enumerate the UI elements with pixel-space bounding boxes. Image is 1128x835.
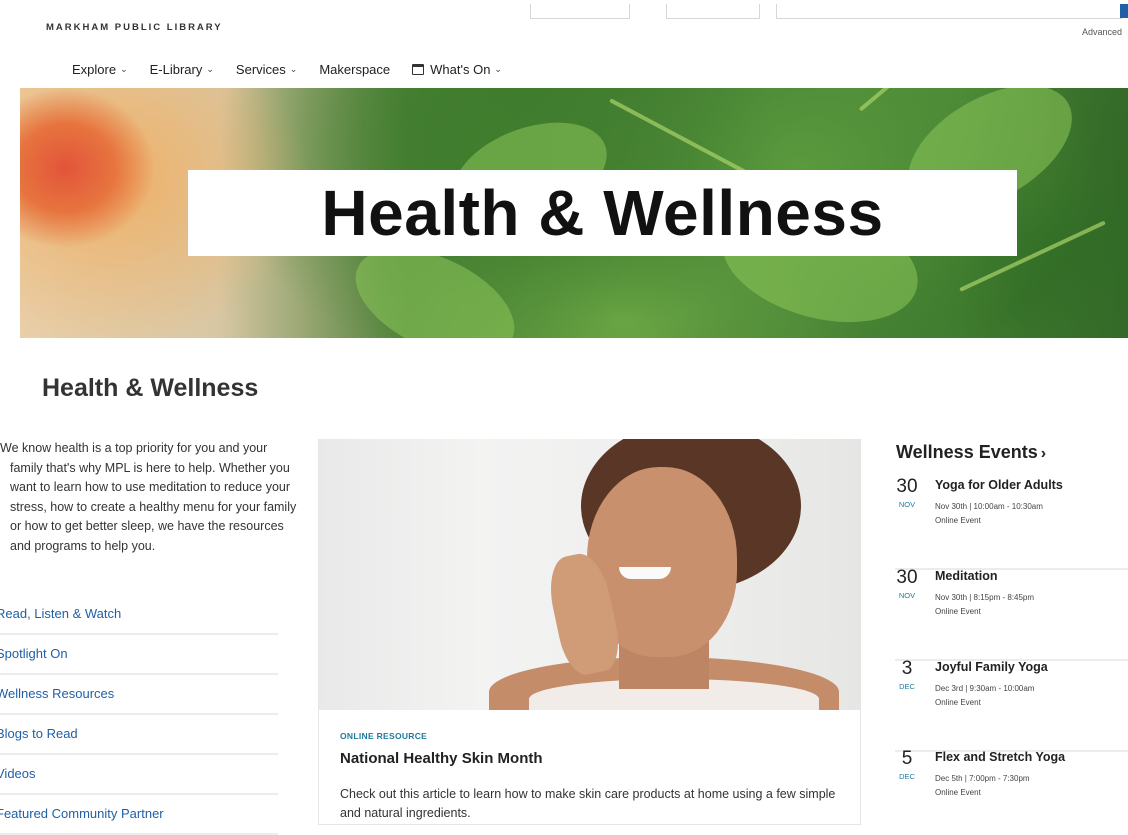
event-month: DEC (899, 682, 915, 691)
event-time: Nov 30th | 8:15pm - 8:45pm (935, 593, 1035, 602)
event-title[interactable]: Joyful Family Yoga (935, 660, 1048, 674)
link-videos[interactable]: Videos (0, 755, 278, 795)
event-item[interactable]: 5 DEC Flex and Stretch Yoga Dec 5th | 7:… (895, 748, 1128, 825)
nav-explore[interactable]: Explore ⌄ (72, 59, 128, 79)
events-heading-label: Wellness Events (896, 442, 1038, 462)
event-day: 3 (901, 658, 913, 679)
link-blogs-to-read[interactable]: Blogs to Read (0, 715, 278, 755)
advanced-search-link[interactable]: Advanced (1082, 27, 1122, 37)
event-time: Dec 3rd | 9:30am - 10:00am (935, 684, 1035, 693)
event-type: Online Event (935, 607, 981, 616)
library-logo[interactable]: MARKHAM PUBLIC LIBRARY (46, 22, 223, 33)
nav-label: Explore (72, 61, 117, 77)
header-search-input[interactable] (776, 4, 1122, 19)
event-day: 30 (896, 476, 918, 497)
link-spotlight-on[interactable]: Spotlight On (0, 635, 278, 675)
chevron-down-icon: ⌄ (494, 63, 502, 74)
nav-services[interactable]: Services ⌄ (236, 59, 297, 79)
page-title: Health & Wellness (42, 374, 259, 402)
link-wellness-resources[interactable]: Wellness Resources (0, 675, 278, 715)
nav-label: Makerspace (319, 61, 391, 77)
wellness-events-heading[interactable]: Wellness Events › (896, 442, 1046, 463)
event-time: Dec 5th | 7:00pm - 7:30pm (935, 774, 1030, 783)
nav-whats-on[interactable]: What's On ⌄ (412, 59, 502, 79)
photo-shape (619, 567, 671, 579)
event-item[interactable]: 30 NOV Meditation Nov 30th | 8:15pm - 8:… (895, 567, 1128, 661)
event-month: NOV (898, 500, 916, 509)
intro-paragraph: We know health is a top priority for you… (0, 441, 297, 553)
event-type: Online Event (935, 516, 981, 525)
chevron-down-icon: ⌄ (289, 63, 298, 74)
feature-title[interactable]: National Healthy Skin Month (340, 750, 543, 767)
event-day: 5 (901, 748, 913, 769)
section-links: Read, Listen & Watch Spotlight On Wellne… (0, 595, 278, 835)
nav-label: What's On (430, 61, 491, 77)
event-type: Online Event (935, 788, 981, 797)
event-day: 30 (896, 567, 918, 588)
header-search-box-2[interactable] (666, 4, 760, 19)
event-type: Online Event (935, 698, 981, 707)
calendar-icon (412, 63, 425, 75)
nav-label: Services (235, 61, 286, 77)
event-item[interactable]: 30 NOV Yoga for Older Adults Nov 30th | … (895, 476, 1128, 570)
chevron-down-icon: ⌄ (120, 63, 128, 74)
event-title[interactable]: Meditation (935, 569, 998, 583)
link-read-listen-watch[interactable]: Read, Listen & Watch (0, 595, 278, 635)
event-month: NOV (898, 591, 916, 600)
hero-title-box: Health & Wellness (188, 170, 1017, 256)
event-month: DEC (899, 772, 915, 781)
hero-title: Health & Wellness (321, 177, 884, 249)
hero-banner-image: Health & Wellness (20, 88, 1128, 338)
chevron-right-icon: › (1040, 445, 1047, 462)
main-nav: Explore ⌄ E-Library ⌄ Services ⌄ Makersp… (72, 59, 502, 79)
feature-tag: ONLINE RESOURCE (340, 731, 428, 741)
nav-label: E-Library (149, 61, 203, 77)
link-featured-community-partner[interactable]: Featured Community Partner (0, 795, 278, 835)
nav-makerspace[interactable]: Makerspace (319, 59, 390, 79)
feature-card[interactable]: ONLINE RESOURCE National Healthy Skin Mo… (318, 439, 861, 825)
chevron-down-icon: ⌄ (206, 63, 214, 74)
feature-photo[interactable] (319, 439, 860, 710)
event-title[interactable]: Flex and Stretch Yoga (935, 750, 1065, 764)
search-button[interactable] (1120, 4, 1128, 18)
event-title[interactable]: Yoga for Older Adults (935, 478, 1063, 492)
header-search-box-1[interactable] (530, 4, 630, 19)
nav-e-library[interactable]: E-Library ⌄ (150, 59, 214, 79)
event-item[interactable]: 3 DEC Joyful Family Yoga Dec 3rd | 9:30a… (895, 658, 1128, 752)
feature-description: Check out this article to learn how to m… (340, 787, 836, 820)
event-time: Nov 30th | 10:00am - 10:30am (935, 502, 1043, 511)
